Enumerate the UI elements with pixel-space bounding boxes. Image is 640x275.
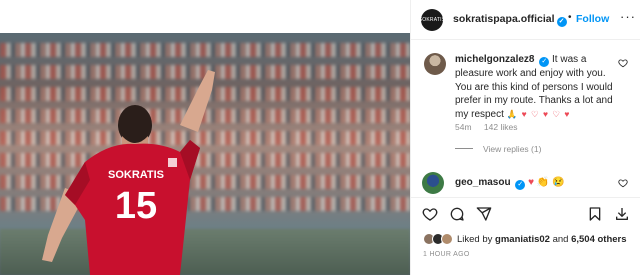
author-username-text[interactable]: sokratispapa.official [453,13,555,25]
likes-summary: Liked by gmaniatis02 and 6,504 others [411,230,640,246]
avatar-logo-text: SOKRATIS [418,17,446,23]
likes-and: and [552,234,569,245]
likes-text: Liked by gmaniatis02 and 6,504 others [457,234,627,245]
heart-icon[interactable] [422,206,438,222]
post-header: SOKRATIS sokratispapa.official ✓ • Follow… [411,0,640,40]
view-replies-button[interactable]: View replies (1) [455,144,541,154]
liker-username[interactable]: gmaniatis02 [495,234,550,245]
post-sidebar: SOKRATIS sokratispapa.official ✓ • Follow… [410,0,640,275]
comment-item: michelgonzalez8 ✓ It was a pleasure work… [411,40,640,165]
post-photo[interactable]: SOKRATIS 15 [0,0,410,275]
comment-body: geo_masou ✓ ♥ 👏 😢 [455,177,565,190]
follow-button[interactable]: Follow [576,13,609,25]
comment-time: 54m [455,122,472,132]
comment-likes[interactable]: 142 likes [484,122,518,132]
verified-icon: ✓ [556,17,567,27]
likes-count[interactable]: 6,504 others [571,234,626,245]
jersey-number: 15 [115,185,157,227]
replies-line [455,148,473,149]
liker-avatar[interactable] [441,233,453,245]
comment-emoji: 🙏 ♥ ♡ ♥ ♡ ♥ [506,108,571,119]
separator-dot: • [568,12,572,23]
commenter-avatar[interactable] [422,172,444,194]
download-icon[interactable] [614,206,630,222]
likes-prefix: Liked by [457,234,493,245]
author-avatar[interactable]: SOKRATIS [418,9,446,31]
comment-meta: 54m 142 likes [455,122,527,132]
comment-item: geo_masou ✓ ♥ 👏 😢 [411,168,640,198]
like-comment-heart-icon[interactable] [618,178,628,188]
bookmark-icon[interactable] [587,206,603,222]
verified-icon: ✓ [515,180,526,190]
share-icon[interactable] [476,206,492,222]
comment-body: michelgonzalez8 ✓ It was a pleasure work… [455,53,621,121]
post-timestamp: 1 HOUR AGO [423,251,470,258]
commenter-avatar[interactable] [424,53,446,75]
football-player: SOKRATIS 15 [42,70,215,275]
commenter-username[interactable]: geo_masou [455,177,511,188]
author-username[interactable]: sokratispapa.official ✓ [453,13,567,27]
jersey-name: SOKRATIS [108,169,164,181]
commenter-username[interactable]: michelgonzalez8 [455,54,534,65]
comment-icon[interactable] [449,206,465,222]
view-replies-label[interactable]: View replies (1) [483,144,541,154]
more-icon[interactable]: ··· [620,9,636,24]
crowd-row [0,43,410,57]
comment-emoji: ♥ 👏 😢 [528,177,565,188]
post-action-bar [411,202,640,226]
verified-icon: ✓ [539,57,550,67]
jersey-badge [168,158,177,167]
like-comment-heart-icon[interactable] [618,58,628,68]
